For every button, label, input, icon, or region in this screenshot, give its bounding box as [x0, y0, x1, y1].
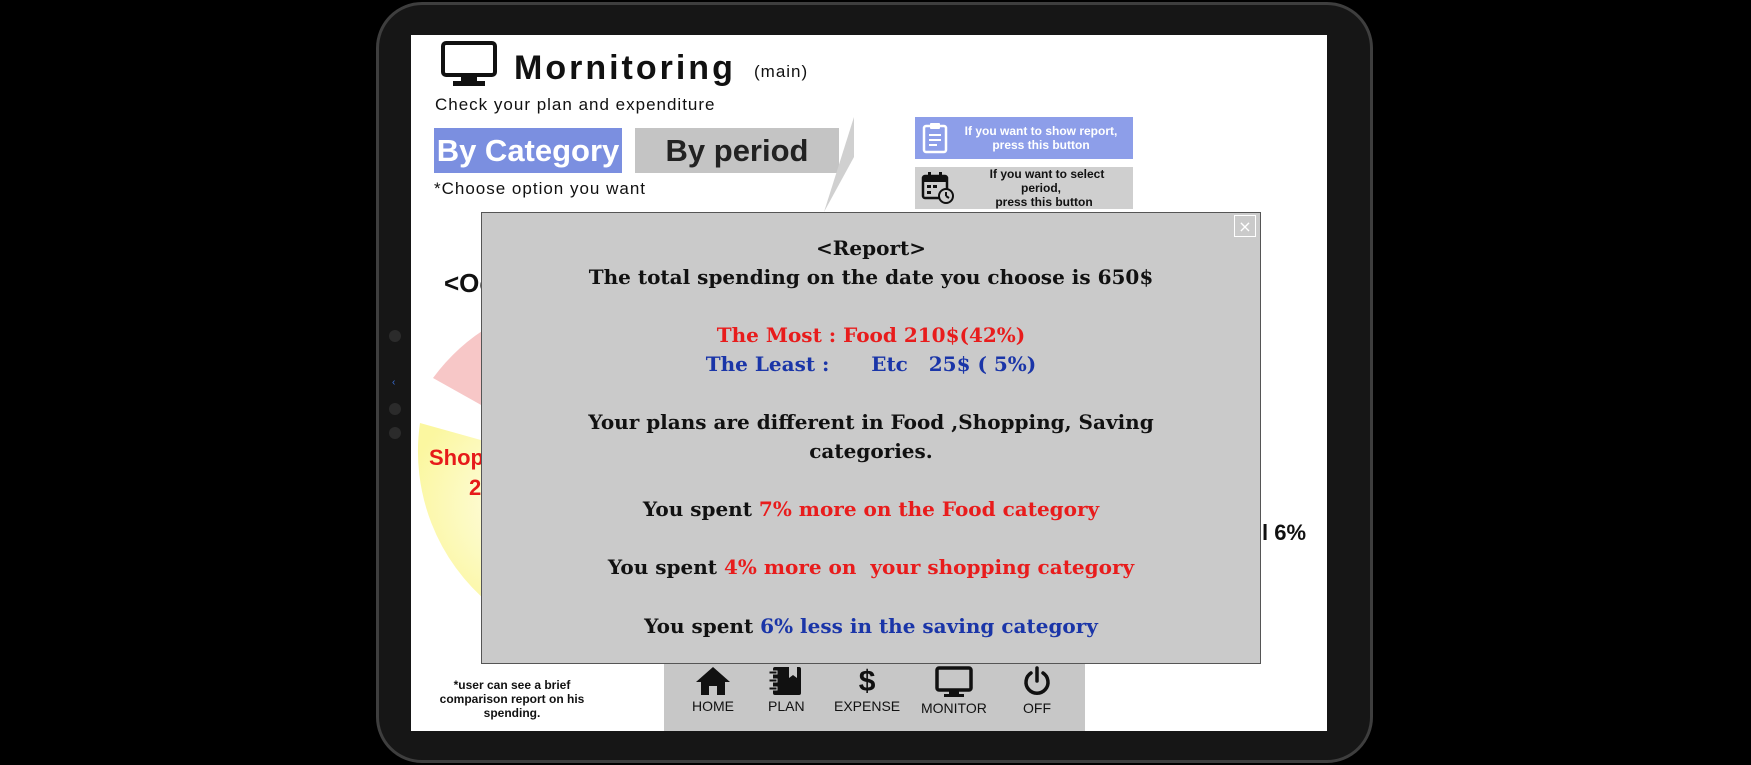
tooltip-pointer: [824, 117, 854, 212]
report-plans-line2: categories.: [809, 439, 933, 463]
period-tooltip: If you want to select period, press this …: [915, 167, 1133, 209]
chevron-left-icon: ‹: [392, 377, 396, 388]
page-subtitle: Check your plan and expenditure: [435, 95, 716, 114]
tab-by-category[interactable]: By Category: [434, 128, 622, 173]
report-plans-line1: Your plans are different in Food ,Shoppi…: [588, 410, 1154, 434]
choose-hint: *Choose option you want: [434, 179, 647, 198]
report-food-highlight: 7% more on the Food category: [758, 497, 1100, 521]
nav-home-label: HOME: [692, 698, 734, 714]
report-shopping: You spent 4% more on your shopping categ…: [482, 553, 1260, 582]
clipboard-icon: [922, 123, 948, 154]
report-food: You spent 7% more on the Food category: [482, 495, 1260, 524]
page-title: Mornitoring: [514, 49, 736, 87]
pie-value-shopping: 2: [469, 475, 482, 500]
report-tooltip-line2: press this button: [992, 138, 1090, 152]
power-icon: [1024, 666, 1050, 695]
nav-plan-label: PLAN: [768, 698, 805, 714]
report-total: The total spending on the date you choos…: [588, 265, 1154, 289]
nav-monitor-label: MONITOR: [921, 700, 987, 716]
bottom-nav: HOME PLAN $ EXPENSE MONITOR OFF: [664, 662, 1085, 731]
report-most: The Most : Food 210$(42%): [716, 323, 1026, 347]
period-tooltip-line1: If you want to select period,: [989, 167, 1105, 195]
report-saving: You spent 6% less in the saving category: [482, 612, 1260, 641]
nav-home[interactable]: HOME: [692, 666, 734, 714]
report-tooltip-line1: If you want to show report,: [964, 124, 1118, 138]
report-shopping-highlight: 4% more on your shopping category: [723, 555, 1135, 579]
nav-off[interactable]: OFF: [1022, 666, 1052, 716]
camera-dot: [389, 330, 401, 342]
report-tooltip: If you want to show report, press this bu…: [915, 117, 1133, 159]
report-saving-highlight: 6% less in the saving category: [760, 614, 1098, 638]
report-food-prefix: You spent: [642, 497, 759, 521]
nav-off-label: OFF: [1023, 700, 1051, 716]
report-least: The Least : Etc 25$ ( 5%): [705, 352, 1037, 376]
report-saving-prefix: You spent: [644, 614, 761, 638]
dollar-icon: $: [858, 665, 876, 698]
period-tooltip-line2: press this button: [995, 195, 1093, 209]
monitor-icon: [441, 41, 497, 86]
nav-expense[interactable]: $ EXPENSE: [834, 665, 901, 715]
nav-plan[interactable]: PLAN: [768, 666, 805, 714]
nav-expense-label: EXPENSE: [834, 698, 901, 714]
nav-monitor[interactable]: MONITOR: [921, 666, 987, 716]
monitor-icon: [935, 666, 973, 697]
report-shopping-prefix: You spent: [607, 555, 724, 579]
page-title-suffix: (main): [754, 62, 809, 81]
footnote: *user can see a brief comparison report …: [439, 678, 585, 720]
home-icon: [696, 667, 730, 695]
report-modal: × <Report> The total spending on the dat…: [481, 212, 1261, 664]
sensor-dot: [389, 427, 401, 439]
calendar-clock-icon: [921, 172, 954, 204]
notebook-icon: [768, 667, 802, 695]
pie-label-shopping: Shop: [429, 445, 484, 470]
sensor-dot: [389, 403, 401, 415]
tab-by-period[interactable]: By period: [635, 128, 839, 173]
report-title: <Report>: [816, 236, 926, 260]
pie-label-right: l 6%: [1262, 520, 1307, 545]
